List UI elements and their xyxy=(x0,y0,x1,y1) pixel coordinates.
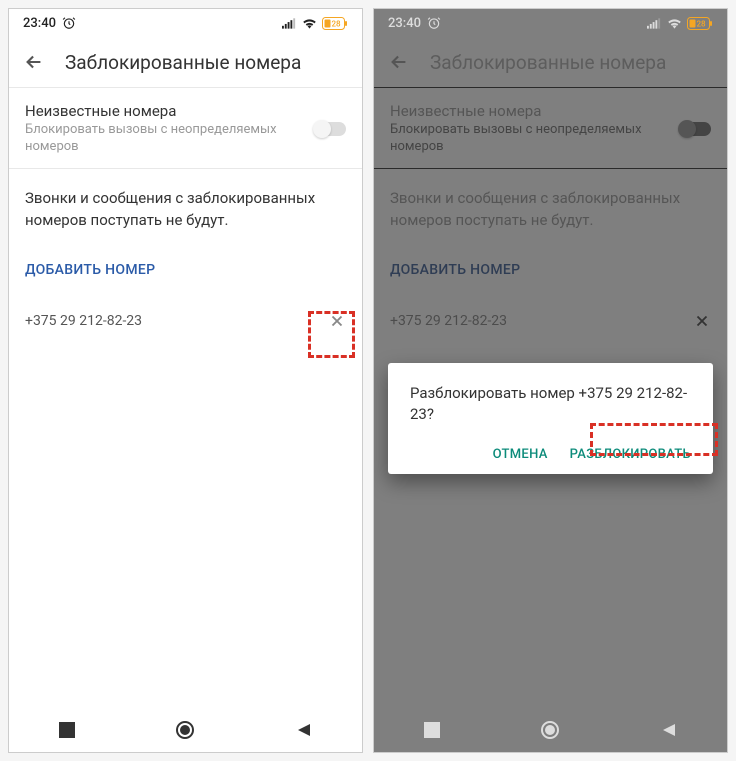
remove-number-icon[interactable] xyxy=(328,312,346,330)
battery-icon: 28 xyxy=(687,17,713,30)
signal-icon xyxy=(282,17,297,29)
wifi-icon xyxy=(667,17,682,29)
status-bar: 23:40 28 xyxy=(374,9,727,37)
toggle-switch[interactable] xyxy=(314,122,346,136)
dialog-confirm-button[interactable]: РАЗБЛОКИРОВАТЬ xyxy=(570,447,691,462)
nav-home-icon[interactable] xyxy=(540,720,560,740)
phone-screen-right: 23:40 28 Заблокированные номера Неизвест… xyxy=(373,8,728,753)
status-bar: 23:40 28 xyxy=(9,9,362,37)
phone-number: +375 29 212-82-23 xyxy=(25,313,142,329)
nav-home-icon[interactable] xyxy=(175,720,195,740)
phone-screen-left: 23:40 28 Заблокированные номера Неизвест… xyxy=(8,8,363,753)
svg-text:28: 28 xyxy=(331,19,341,28)
back-arrow-icon[interactable] xyxy=(23,51,45,73)
nav-back-icon[interactable] xyxy=(661,722,677,738)
status-time: 23:40 xyxy=(23,16,56,31)
nav-back-icon[interactable] xyxy=(296,722,312,738)
add-number-button[interactable]: ДОБАВИТЬ НОМЕР xyxy=(9,240,362,296)
nav-bar xyxy=(374,708,727,752)
status-time: 23:40 xyxy=(388,16,421,31)
signal-icon xyxy=(647,17,662,29)
battery-icon: 28 xyxy=(322,17,348,30)
wifi-icon xyxy=(302,17,317,29)
alarm-icon xyxy=(427,16,441,30)
nav-recent-icon[interactable] xyxy=(59,722,75,738)
setting-subtitle: Блокировать вызовы с неопределяемых номе… xyxy=(25,122,302,156)
svg-text:28: 28 xyxy=(696,19,706,28)
dialog-message: Разблокировать номер +375 29 212-82-23? xyxy=(410,383,691,425)
header: Заблокированные номера xyxy=(9,37,362,87)
info-text: Звонки и сообщения с заблокированных ном… xyxy=(9,169,362,240)
blocked-number-row: +375 29 212-82-23 xyxy=(9,296,362,346)
unblock-dialog: Разблокировать номер +375 29 212-82-23? … xyxy=(388,363,713,474)
nav-recent-icon[interactable] xyxy=(424,722,440,738)
nav-bar xyxy=(9,708,362,752)
setting-title: Неизвестные номера xyxy=(25,102,302,120)
unknown-numbers-setting[interactable]: Неизвестные номера Блокировать вызовы с … xyxy=(9,88,362,168)
page-title: Заблокированные номера xyxy=(65,51,301,74)
alarm-icon xyxy=(62,16,76,30)
dialog-cancel-button[interactable]: ОТМЕНА xyxy=(493,447,548,462)
